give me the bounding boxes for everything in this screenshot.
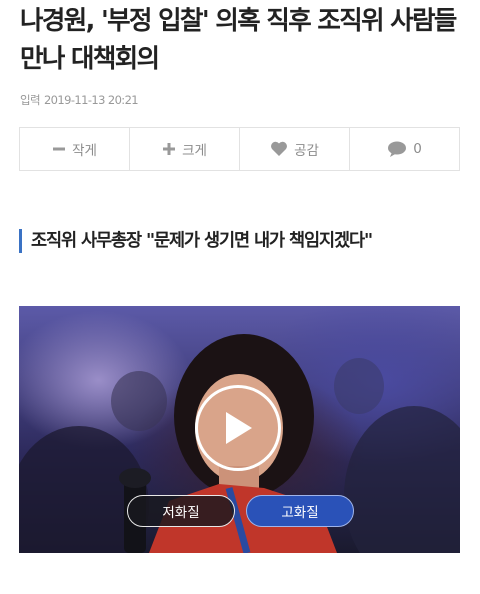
high-quality-button[interactable]: 고화질 <box>246 495 354 527</box>
play-button[interactable] <box>195 385 281 471</box>
play-icon <box>226 412 252 444</box>
article-headline: 나경원, '부정 입찰' 의혹 직후 조직위 사람들 만나 대책회의 <box>20 6 457 74</box>
heart-icon <box>270 141 288 157</box>
article-subheading: 조직위 사무총장 "문제가 생기면 내가 책임지겠다" <box>19 229 373 253</box>
like-label: 공감 <box>294 143 319 159</box>
plus-icon <box>162 142 176 156</box>
like-button[interactable]: 공감 <box>240 128 350 170</box>
date-label: 입력 <box>20 93 41 107</box>
article-toolbar: 작게 크게 공감 0 <box>19 127 460 171</box>
speech-bubble-icon <box>387 141 407 158</box>
font-smaller-button[interactable]: 작게 <box>20 128 130 170</box>
date-value: 2019-11-13 20:21 <box>43 93 139 107</box>
low-quality-button[interactable]: 저화질 <box>127 495 235 527</box>
comments-count: 0 <box>413 141 422 157</box>
minus-icon <box>52 142 66 156</box>
font-larger-label: 크게 <box>182 143 207 159</box>
comments-button[interactable]: 0 <box>350 128 459 170</box>
font-larger-button[interactable]: 크게 <box>130 128 240 170</box>
video-player[interactable]: 저화질 고화질 <box>19 306 460 553</box>
font-smaller-label: 작게 <box>72 143 97 159</box>
article-dateline: 입력 2019-11-13 20:21 <box>20 92 142 108</box>
